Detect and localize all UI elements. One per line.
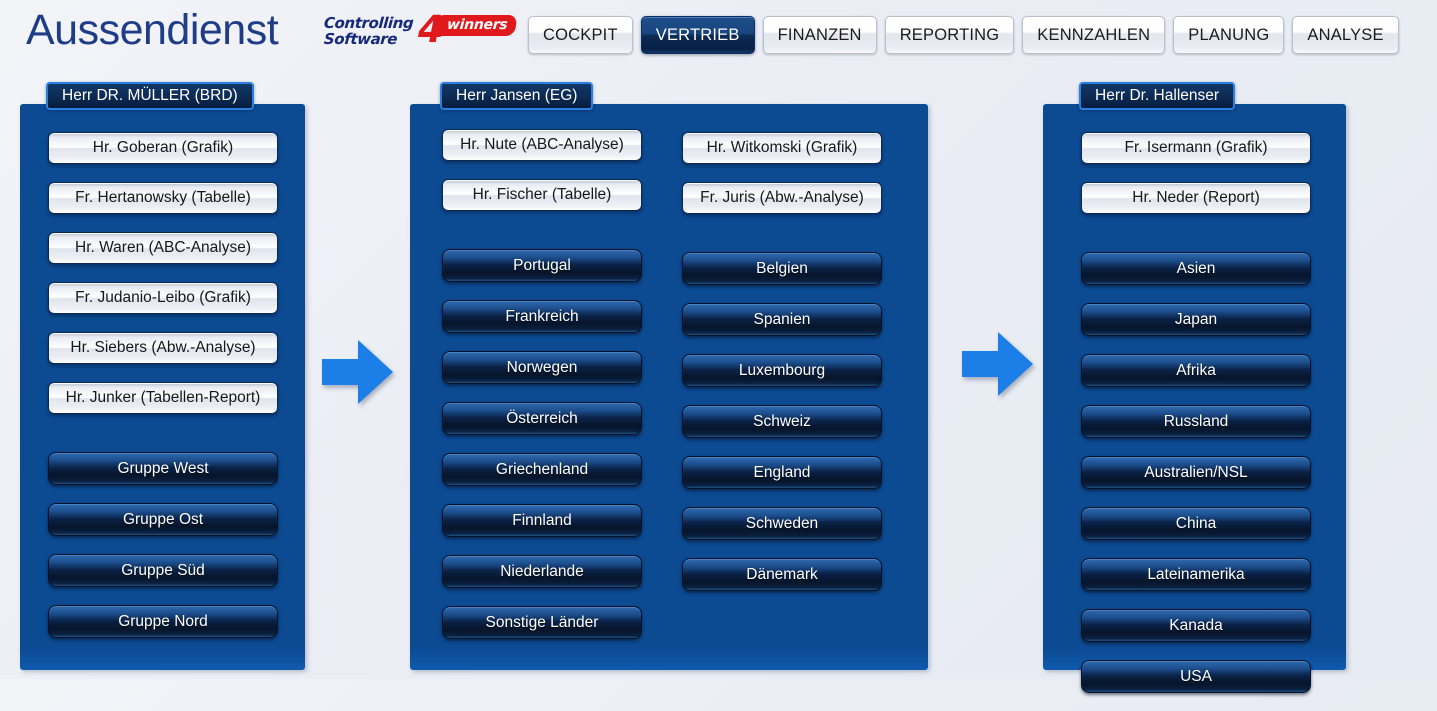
region-button[interactable]: Spanien [682,303,882,336]
region-button[interactable]: Schweden [682,507,882,540]
panel-hallenser-column-1: Fr. Isermann (Grafik) Hr. Neder (Report) A… [1081,132,1311,711]
arrow-mueller-to-jansen [322,338,394,406]
person-button[interactable]: Hr. Junker (Tabellen-Report) [48,382,278,414]
nav-tab-kennzahlen[interactable]: KENNZAHLEN [1022,16,1166,54]
person-button[interactable]: Hr. Siebers (Abw.-Analyse) [48,332,278,364]
region-button[interactable]: Japan [1081,303,1311,336]
region-button[interactable]: Gruppe Süd [48,554,278,587]
logo-winners-text: winners [446,17,508,33]
nav-tab-analyse[interactable]: ANALYSE [1292,16,1399,54]
person-button[interactable]: Hr. Neder (Report) [1081,182,1311,214]
region-button[interactable]: Gruppe West [48,452,278,485]
region-button[interactable]: Gruppe Nord [48,605,278,638]
person-button[interactable]: Fr. Isermann (Grafik) [1081,132,1311,164]
person-button[interactable]: Hr. Witkomski (Grafik) [682,132,882,164]
region-button[interactable]: Asien [1081,252,1311,285]
panel-mueller-column-1: Hr. Goberan (Grafik) Fr. Hertanowsky (Tab… [48,132,278,656]
panel-hallenser-header-tab[interactable]: Herr Dr. Hallenser [1079,82,1236,110]
region-button[interactable]: Russland [1081,405,1311,438]
group-divider [48,432,278,452]
nav-tab-planung[interactable]: PLANUNG [1173,16,1285,54]
person-button[interactable]: Hr. Waren (ABC-Analyse) [48,232,278,264]
nav-tab-reporting[interactable]: REPORTING [884,16,1015,54]
panel-jansen-header-tab[interactable]: Herr Jansen (EG) [440,82,594,110]
region-button[interactable]: Lateinamerika [1081,558,1311,591]
logo-line-software: Software [323,30,398,48]
region-button[interactable]: Afrika [1081,354,1311,387]
region-button[interactable]: Kanada [1081,609,1311,642]
region-button[interactable]: Dänemark [682,558,882,591]
region-button[interactable]: Luxembourg [682,354,882,387]
panel-jansen: Herr Jansen (EG) Hr. Nute (ABC-Analyse) Hr… [410,82,928,670]
page-title: Aussendienst [26,6,279,54]
person-button[interactable]: Hr. Fischer (Tabelle) [442,179,642,211]
arrow-jansen-to-hallenser [962,330,1034,398]
group-divider [1081,232,1311,252]
region-button[interactable]: Sonstige Länder [442,606,642,639]
panel-mueller-header-tab[interactable]: Herr DR. MÜLLER (BRD) [46,82,254,110]
region-button[interactable]: Norwegen [442,351,642,384]
nav-tab-cockpit[interactable]: COCKPIT [528,16,633,54]
panel-mueller: Herr DR. MÜLLER (BRD) Hr. Goberan (Grafik… [20,82,305,670]
nav-tab-finanzen[interactable]: FINANZEN [762,16,877,54]
panel-hallenser: Herr Dr. Hallenser Fr. Isermann (Grafik) H… [1043,82,1346,693]
region-button[interactable]: USA [1081,660,1311,693]
region-button[interactable]: China [1081,507,1311,540]
person-button[interactable]: Fr. Hertanowsky (Tabelle) [48,182,278,214]
person-button[interactable]: Fr. Juris (Abw.-Analyse) [682,182,882,214]
group-divider [442,229,642,249]
person-button[interactable]: Hr. Nute (ABC-Analyse) [442,129,642,161]
nav-tab-vertrieb[interactable]: VERTRIEB [640,16,755,54]
region-button[interactable]: England [682,456,882,489]
group-divider [682,232,882,252]
app-header: Aussendienst Controlling Software 4 winn… [0,0,1437,72]
person-button[interactable]: Hr. Goberan (Grafik) [48,132,278,164]
region-button[interactable]: Belgien [682,252,882,285]
person-button[interactable]: Fr. Judanio-Leibo (Grafik) [48,282,278,314]
region-button[interactable]: Australien/NSL [1081,456,1311,489]
region-button[interactable]: Schweiz [682,405,882,438]
panel-jansen-column-2: Hr. Witkomski (Grafik) Fr. Juris (Abw.-An… [682,132,882,609]
panel-jansen-column-1: Hr. Nute (ABC-Analyse) Hr. Fischer (Tabel… [442,129,642,657]
region-button[interactable]: Frankreich [442,300,642,333]
region-button[interactable]: Niederlande [442,555,642,588]
region-button[interactable]: Griechenland [442,453,642,486]
brand-logo: Controlling Software 4 winners [322,10,518,52]
main-navigation: COCKPIT VERTRIEB FINANZEN REPORTING KENNZAHL… [528,16,1399,54]
region-button[interactable]: Österreich [442,402,642,435]
logo-winners-pill: winners [432,15,518,36]
region-button[interactable]: Finnland [442,504,642,537]
region-button[interactable]: Portugal [442,249,642,282]
region-button[interactable]: Gruppe Ost [48,503,278,536]
